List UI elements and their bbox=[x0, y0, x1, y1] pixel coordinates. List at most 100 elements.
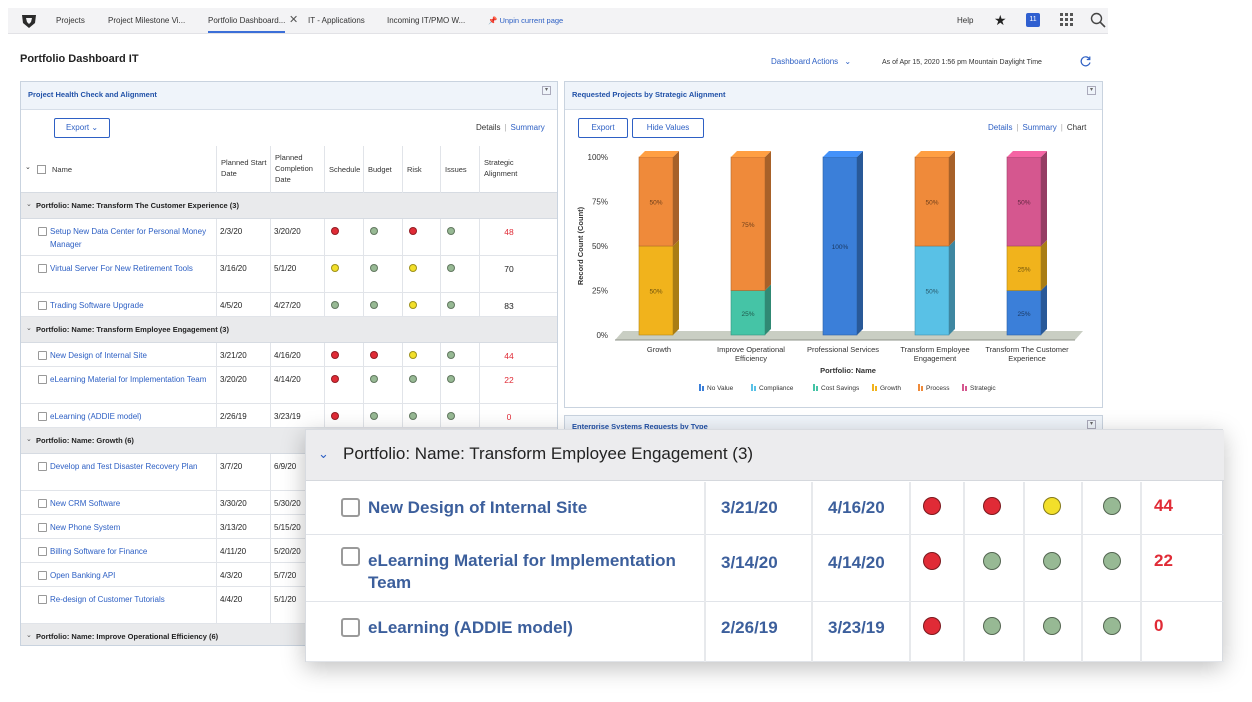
search-icon[interactable] bbox=[1090, 12, 1106, 28]
export-label: Export bbox=[65, 123, 90, 132]
row-checkbox[interactable] bbox=[38, 412, 47, 421]
chevron-down-icon[interactable]: ⌄ bbox=[26, 435, 32, 443]
favorites-star-icon[interactable]: ★ bbox=[994, 12, 1007, 29]
chevron-down-icon[interactable]: ⌄ bbox=[26, 200, 32, 208]
group-header[interactable]: ⌄ Portfolio: Name: Transform The Customer… bbox=[21, 193, 557, 219]
bar-top-cap bbox=[1007, 151, 1047, 157]
project-name-link[interactable]: Trading Software Upgrade bbox=[50, 299, 212, 312]
column-schedule[interactable]: Schedule bbox=[329, 164, 365, 175]
bar-segment-side bbox=[949, 151, 955, 246]
strategic-alignment-score: 48 bbox=[504, 227, 514, 237]
schedule-status-dot bbox=[331, 375, 339, 383]
column-issues[interactable]: Issues bbox=[445, 164, 467, 175]
tab-projects[interactable]: Projects bbox=[56, 16, 85, 25]
column-planned-start[interactable]: Planned Start Date bbox=[221, 157, 271, 179]
row-checkbox[interactable] bbox=[341, 618, 360, 637]
zoomed-table-row[interactable]: New Design of Internal Site 3/21/20 4/16/2… bbox=[306, 482, 1224, 535]
column-divider bbox=[440, 219, 441, 256]
panel-collapse-icon[interactable]: ▾ bbox=[542, 86, 551, 95]
project-name-link[interactable]: Billing Software for Finance bbox=[50, 545, 212, 558]
table-row[interactable]: eLearning Material for Implementation Te… bbox=[21, 367, 557, 404]
column-name[interactable]: Name bbox=[52, 164, 72, 175]
column-risk[interactable]: Risk bbox=[407, 164, 422, 175]
project-name-link[interactable]: Open Banking API bbox=[50, 569, 212, 582]
project-name-link[interactable]: eLearning (ADDIE model) bbox=[50, 410, 212, 423]
legend-swatch bbox=[699, 384, 701, 391]
planned-start-date: 3/7/20 bbox=[220, 462, 243, 471]
row-checkbox[interactable] bbox=[38, 462, 47, 471]
export-button[interactable]: Export ⌄ bbox=[54, 118, 110, 138]
tab-portfolio-dashboard[interactable]: Portfolio Dashboard... bbox=[208, 16, 286, 33]
workfront-logo-icon[interactable] bbox=[20, 12, 38, 30]
help-link[interactable]: Help bbox=[957, 16, 973, 25]
row-checkbox[interactable] bbox=[38, 547, 47, 556]
zoomed-table-row[interactable]: eLearning Material for Implementation Te… bbox=[306, 535, 1224, 602]
row-checkbox[interactable] bbox=[38, 571, 47, 580]
bar-data-label: 50% bbox=[925, 200, 938, 207]
table-row[interactable]: New Design of Internal Site 3/21/20 4/16/2… bbox=[21, 343, 557, 367]
table-row[interactable]: Virtual Server For New Retirement Tools 3… bbox=[21, 256, 557, 293]
row-checkbox[interactable] bbox=[341, 498, 360, 517]
planned-start-date: 3/13/20 bbox=[220, 523, 247, 532]
chevron-down-icon[interactable]: ⌄ bbox=[26, 324, 32, 332]
project-name-link[interactable]: eLearning (ADDIE model) bbox=[368, 617, 698, 639]
refresh-icon[interactable] bbox=[1079, 55, 1092, 68]
select-all-checkbox[interactable] bbox=[37, 165, 46, 174]
project-name-link[interactable]: Setup New Data Center for Personal Money… bbox=[50, 225, 212, 251]
group-header[interactable]: ⌄ Portfolio: Name: Transform Employee Eng… bbox=[21, 317, 557, 343]
unpin-current-page-link[interactable]: 📌 Unpin current page bbox=[488, 16, 563, 25]
chevron-down-icon[interactable]: ⌄ bbox=[25, 162, 31, 173]
project-name-link[interactable]: eLearning Material for Implementation Te… bbox=[50, 373, 212, 386]
y-tick-label: 50% bbox=[592, 242, 608, 251]
column-divider bbox=[909, 535, 911, 602]
zoomed-table-row[interactable]: eLearning (ADDIE model) 2/26/19 3/23/19 0 bbox=[306, 602, 1224, 662]
column-divider bbox=[216, 404, 217, 428]
bar-segment-side bbox=[857, 151, 863, 335]
table-row[interactable]: eLearning (ADDIE model) 2/26/19 3/23/19 0 bbox=[21, 404, 557, 428]
project-name-link[interactable]: New Design of Internal Site bbox=[50, 349, 212, 362]
dashboard-actions-dropdown[interactable]: Dashboard Actions ⌄ bbox=[771, 57, 851, 66]
planned-start-date: 3/20/20 bbox=[220, 375, 247, 384]
row-checkbox[interactable] bbox=[38, 351, 47, 360]
row-checkbox[interactable] bbox=[38, 227, 47, 236]
row-checkbox[interactable] bbox=[38, 301, 47, 310]
row-checkbox[interactable] bbox=[341, 547, 360, 566]
issues-status-dot bbox=[1103, 617, 1121, 635]
chevron-down-icon[interactable]: ⌄ bbox=[318, 446, 329, 462]
row-checkbox[interactable] bbox=[38, 595, 47, 604]
panel-collapse-icon[interactable]: ▾ bbox=[1087, 420, 1096, 429]
x-category-label: Experience bbox=[1008, 354, 1046, 363]
row-checkbox[interactable] bbox=[38, 264, 47, 273]
row-checkbox[interactable] bbox=[38, 375, 47, 384]
project-name-link[interactable]: Develop and Test Disaster Recovery Plan bbox=[50, 460, 212, 473]
apps-grid-icon[interactable] bbox=[1060, 13, 1073, 26]
chevron-down-icon[interactable]: ⌄ bbox=[26, 631, 32, 639]
chevron-down-icon: ⌄ bbox=[91, 123, 99, 132]
tab-it-applications[interactable]: IT - Applications bbox=[308, 16, 365, 25]
project-name-link[interactable]: eLearning Material for Implementation Te… bbox=[368, 550, 698, 594]
summary-link[interactable]: Summary bbox=[511, 123, 545, 132]
strategic-alignment-score: 83 bbox=[504, 301, 514, 311]
tab-incoming-it-pmo[interactable]: Incoming IT/PMO W... bbox=[387, 16, 465, 25]
bar-data-label: 25% bbox=[1017, 266, 1030, 273]
project-name-link[interactable]: Virtual Server For New Retirement Tools bbox=[50, 262, 212, 275]
zoomed-group-header[interactable]: ⌄ Portfolio: Name: Transform Employee En… bbox=[306, 430, 1224, 481]
project-name-link[interactable]: Re-design of Customer Tutorials bbox=[50, 593, 212, 606]
tab-project-milestone[interactable]: Project Milestone Vi... bbox=[108, 16, 185, 25]
column-strategic-alignment[interactable]: Strategic Alignment bbox=[484, 157, 534, 179]
calendar-icon[interactable]: 11 bbox=[1026, 13, 1040, 27]
row-checkbox[interactable] bbox=[38, 523, 47, 532]
project-name-link[interactable]: New Design of Internal Site bbox=[368, 497, 698, 519]
bar-data-label: 25% bbox=[741, 311, 754, 318]
row-checkbox[interactable] bbox=[38, 499, 47, 508]
close-tab-icon[interactable]: ✕ bbox=[289, 13, 298, 26]
project-name-link[interactable]: New CRM Software bbox=[50, 497, 212, 510]
table-row[interactable]: Trading Software Upgrade 4/5/20 4/27/20 83 bbox=[21, 293, 557, 317]
table-row[interactable]: Setup New Data Center for Personal Money… bbox=[21, 219, 557, 256]
legend-swatch bbox=[754, 386, 756, 391]
column-budget[interactable]: Budget bbox=[368, 164, 392, 175]
project-name-link[interactable]: New Phone System bbox=[50, 521, 212, 534]
details-link[interactable]: Details bbox=[476, 123, 500, 132]
column-planned-completion[interactable]: Planned Completion Date bbox=[275, 152, 325, 185]
column-divider bbox=[216, 539, 217, 563]
